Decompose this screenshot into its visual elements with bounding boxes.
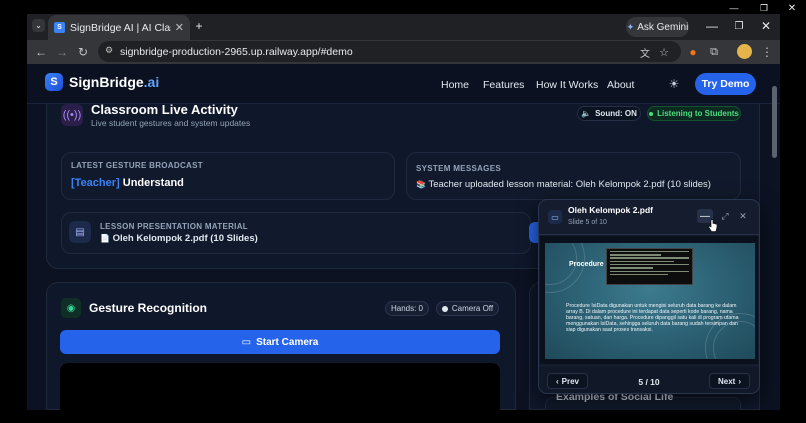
activity-subtitle: Live student gestures and system updates [91, 118, 251, 128]
sound-toggle[interactable]: 🔈 Sound: ON [577, 106, 641, 121]
restore-window-icon[interactable]: ❐ [732, 19, 746, 33]
prev-label: Prev [561, 376, 580, 386]
close-window-icon[interactable]: ✕ [759, 19, 773, 33]
viewer-title: Oleh Kelompok 2.pdf [568, 205, 654, 215]
listening-status-badge: Listening to Students [647, 106, 741, 121]
start-camera-label: Start Camera [256, 336, 319, 348]
site-logo[interactable]: S SignBridge.ai [45, 73, 159, 91]
gesture-broadcast-label: LATEST GESTURE BROADCAST [71, 161, 203, 170]
system-message: 📚 Teacher uploaded lesson material: Oleh… [416, 179, 711, 190]
camera-preview [60, 363, 500, 410]
extensions-puzzle-icon[interactable]: ⧉ [707, 45, 721, 59]
gesture-role: [Teacher] [71, 177, 120, 189]
url-text: signbridge-production-2965.up.railway.ap… [120, 45, 353, 58]
site-info-icon[interactable]: ⚙ [105, 45, 113, 56]
listening-label: Listening to Students [657, 109, 739, 118]
next-slide-button[interactable]: Next › [709, 373, 750, 389]
viewer-slide-label: Slide 5 of 10 [568, 219, 607, 226]
gesture-value: Understand [122, 177, 184, 189]
os-restore-icon[interactable]: ❐ [757, 3, 771, 13]
translate-icon[interactable]: 文 [638, 45, 652, 60]
prev-slide-button[interactable]: ‹ Prev [547, 373, 588, 389]
logo-name: SignBridge [69, 74, 144, 90]
slide-heading: Procedure [569, 261, 604, 268]
screen: ⌄ S SignBridge AI | AI Classroom Acc ✕ +… [0, 0, 806, 423]
reload-icon[interactable]: ↻ [76, 45, 90, 59]
camera-status-badge: Camera Off [436, 301, 499, 316]
speaker-icon: 🔈 [581, 109, 592, 118]
nav-home[interactable]: Home [441, 79, 469, 91]
hands-count-badge: Hands: 0 [385, 301, 429, 316]
video-camera-icon: ▭ [241, 336, 252, 348]
os-close-icon[interactable]: ✕ [785, 3, 799, 14]
slide-page-indicator: 5 / 10 [638, 377, 660, 387]
bookmark-star-icon[interactable]: ☆ [657, 45, 671, 59]
slide-code-screenshot [606, 248, 693, 285]
lesson-material-label: LESSON PRESENTATION MATERIAL [100, 222, 248, 231]
gesture-broadcast-text: [Teacher] Understand [71, 177, 184, 189]
browser-menu-icon[interactable]: ⋮ [760, 45, 774, 59]
system-message-text: Teacher uploaded lesson material: Oleh K… [428, 179, 711, 190]
books-icon: 📚 [416, 180, 426, 189]
tab-search-icon[interactable]: ⌄ [32, 19, 45, 32]
extension-fox-icon[interactable]: ● [686, 45, 700, 59]
broadcast-icon: ((•)) [61, 104, 83, 126]
gemini-sparkle-icon: ✦ [626, 21, 635, 32]
address-bar[interactable]: ⚙ signbridge-production-2965.up.railway.… [98, 41, 681, 62]
nav-how-it-works[interactable]: How It Works [536, 79, 598, 91]
system-messages-label: SYSTEM MESSAGES [416, 164, 501, 173]
page-scrollbar[interactable] [772, 86, 777, 158]
next-label: Next [717, 376, 736, 386]
nav-about[interactable]: About [607, 79, 634, 91]
os-minimize-icon[interactable]: — [727, 3, 741, 13]
monitor-icon: ▭ [548, 210, 562, 224]
tab-title: SignBridge AI | AI Classroom Acc [70, 21, 171, 34]
close-viewer-icon[interactable]: ✕ [737, 210, 749, 222]
forward-icon[interactable]: → [55, 45, 69, 59]
tab-close-icon[interactable]: ✕ [175, 21, 184, 34]
chevron-right-icon: › [738, 376, 741, 386]
gesture-recognition-title: Gesture Recognition [89, 301, 208, 315]
ask-gemini-button[interactable]: ✦ Ask Gemini [626, 17, 689, 37]
new-tab-icon[interactable]: + [193, 19, 205, 33]
profile-avatar[interactable] [737, 44, 752, 59]
lesson-file[interactable]: 📄 Oleh Kelompok 2.pdf (10 Slides) [100, 233, 258, 244]
start-camera-button[interactable]: ▭ Start Camera [60, 330, 500, 354]
nav-features[interactable]: Features [483, 79, 524, 91]
logo-suffix: .ai [143, 74, 160, 90]
system-messages-card: SYSTEM MESSAGES 📚 Teacher uploaded lesso… [406, 152, 741, 200]
expand-icon[interactable]: ⤢ [719, 210, 731, 222]
camera-icon: ◉ [61, 298, 81, 318]
camera-status-label: Camera Off [451, 304, 494, 313]
theme-toggle-sun-icon[interactable]: ☀ [667, 77, 681, 91]
document-icon: ▤ [69, 221, 91, 243]
activity-title: Classroom Live Activity [91, 102, 238, 117]
latest-gesture-card: LATEST GESTURE BROADCAST [Teacher] Under… [61, 152, 395, 200]
back-icon[interactable]: ← [34, 45, 48, 59]
site-favicon-icon: S [54, 22, 65, 33]
logo-mark-icon: S [45, 73, 63, 91]
chevron-left-icon: ‹ [555, 376, 559, 386]
minimize-window-icon[interactable]: — [705, 19, 719, 33]
gemini-label: Ask Gemini [637, 21, 689, 33]
listening-dot-icon [649, 111, 654, 116]
camera-status-dot-icon [441, 305, 448, 312]
lesson-file-name: Oleh Kelompok 2.pdf (10 Slides) [112, 233, 258, 244]
browser-tab[interactable]: S SignBridge AI | AI Classroom Acc ✕ [48, 15, 190, 40]
try-demo-button[interactable]: Try Demo [695, 73, 756, 95]
file-icon: 📄 [100, 234, 110, 243]
slide-body-text: Procedure IsiData digunakan untuk mengis… [566, 303, 739, 333]
hand-pointer-icon [708, 219, 718, 232]
viewer-divider [539, 234, 759, 235]
sound-label: Sound: ON [595, 109, 637, 118]
